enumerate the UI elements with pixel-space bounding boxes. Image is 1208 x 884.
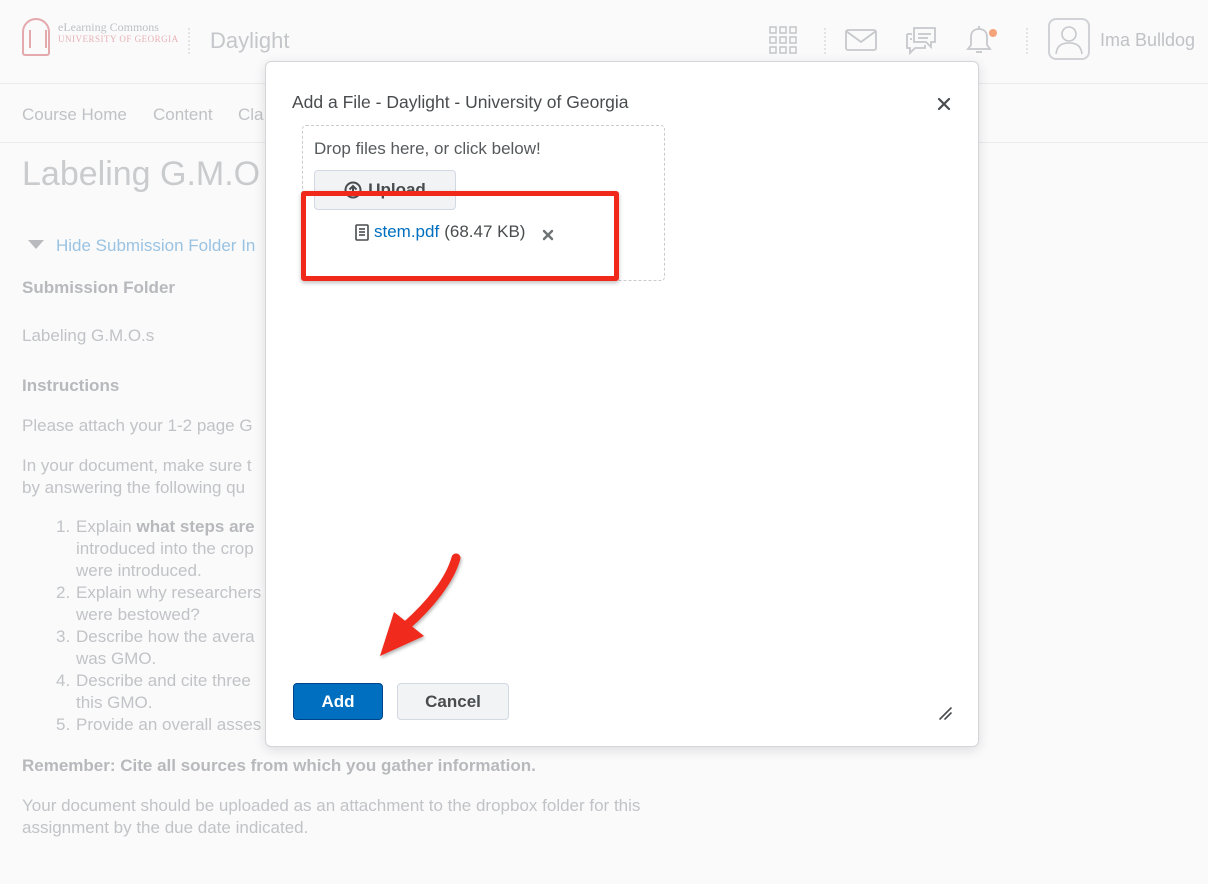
list-item: 4. Describe and cite three [56, 671, 251, 690]
logo-line1: eLearning Commons [58, 20, 159, 34]
list-item: 2. Explain why researchers [56, 583, 262, 602]
dialog-title: Add a File - Daylight - University of Ge… [292, 92, 629, 112]
list-item-cont: was GMO. [76, 649, 157, 668]
annotation-highlight-box [301, 191, 619, 281]
caret-down-icon [28, 240, 44, 250]
grid-icon[interactable] [765, 22, 801, 58]
resize-handle-icon[interactable] [936, 704, 954, 722]
divider [1026, 28, 1028, 54]
divider [188, 28, 190, 54]
annotation-arrow-icon [380, 553, 461, 656]
nav-classlist[interactable]: Cla [238, 105, 264, 125]
list-item-cont: were bestowed? [76, 605, 200, 624]
cancel-button[interactable]: Cancel [397, 683, 509, 720]
uga-logo[interactable]: eLearning Commons UNIVERSITY OF GEORGIA [22, 18, 178, 58]
bell-icon[interactable] [962, 22, 998, 58]
logo-line2: UNIVERSITY OF GEORGIA [58, 34, 179, 44]
closing-line1: Your document should be uploaded as an a… [22, 796, 641, 815]
hide-folder-info-link[interactable]: Hide Submission Folder In [28, 236, 255, 256]
course-title[interactable]: Daylight [210, 28, 289, 54]
page-title: Labeling G.M.O [22, 155, 261, 193]
add-button[interactable]: Add [293, 683, 383, 720]
drop-instructions: Drop files here, or click below! [314, 139, 541, 158]
divider [824, 28, 826, 54]
instructions-p2-line1: In your document, make sure t [22, 456, 252, 475]
nav-course-home[interactable]: Course Home [22, 105, 127, 125]
list-item-cont: were introduced. [76, 561, 202, 580]
folder-name: Labeling G.M.O.s [22, 326, 155, 345]
instructions-heading: Instructions [22, 376, 120, 395]
instructions-p2-line2: by answering the following qu [22, 478, 246, 497]
close-button[interactable] [930, 90, 958, 118]
arch-logo-icon [22, 18, 50, 56]
chat-icon[interactable] [903, 22, 939, 58]
instruction-list: 1. Explain what steps are introduced into… [56, 516, 261, 736]
user-icon[interactable] [1048, 18, 1090, 60]
hide-link-label: Hide Submission Folder In [56, 236, 256, 255]
remember-note: Remember: Cite all sources from which yo… [22, 756, 536, 775]
user-name[interactable]: Ima Bulldog [1100, 30, 1195, 51]
list-item: 3. Describe how the avera [56, 627, 255, 646]
list-item-cont: introduced into the crop [76, 539, 254, 558]
nav-content[interactable]: Content [153, 105, 213, 125]
closing-line2: assignment by the due date indicated. [22, 818, 309, 837]
list-item: 1. Explain what steps are [56, 517, 255, 536]
instructions-p1: Please attach your 1-2 page G [22, 416, 253, 435]
list-item: 5. Provide an overall asses [56, 715, 262, 734]
close-icon [937, 97, 951, 111]
list-item-cont: this GMO. [76, 693, 153, 712]
mail-icon[interactable] [843, 22, 879, 58]
submission-folder-heading: Submission Folder [22, 278, 176, 297]
